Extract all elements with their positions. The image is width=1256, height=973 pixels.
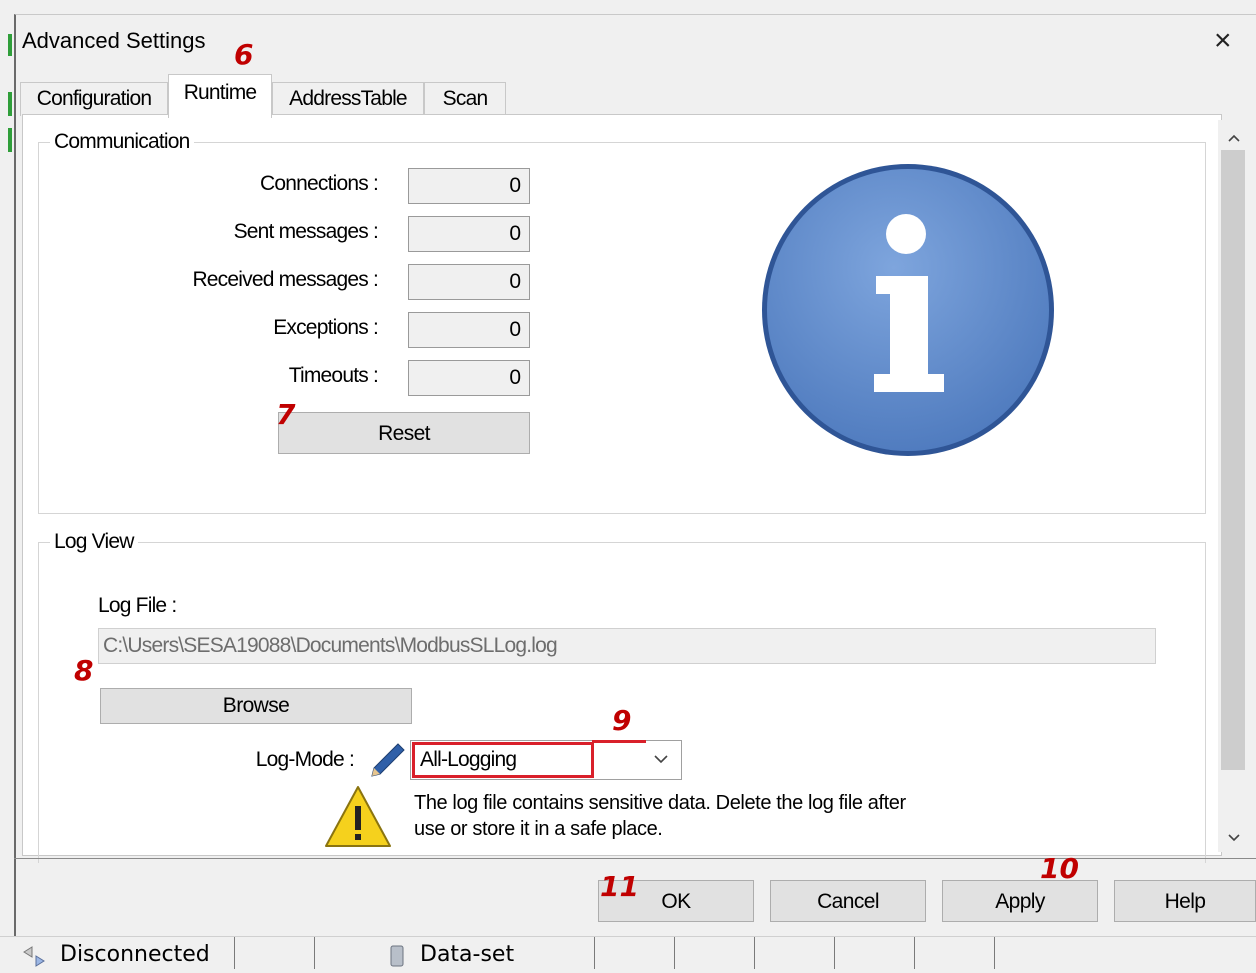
annotation-8: 8	[74, 654, 94, 687]
window-edge-mark	[8, 34, 12, 56]
status-separator	[594, 937, 595, 969]
annotation-9: 9	[612, 704, 632, 737]
dialog-title: Advanced Settings	[22, 28, 206, 53]
tab-scan[interactable]: Scan	[424, 82, 506, 116]
status-separator	[674, 937, 675, 969]
connection-status: Disconnected	[60, 942, 210, 967]
sent-messages-value: 0	[408, 216, 530, 252]
log-mode-value[interactable]: All-Logging	[412, 742, 594, 778]
dataset-icon	[388, 944, 406, 968]
received-messages-label: Received messages :	[192, 268, 378, 291]
warning-text: The log file contains sensitive data. De…	[414, 790, 906, 842]
info-icon	[758, 160, 1058, 460]
annotation-leader-line	[592, 740, 646, 743]
log-view-group-label: Log View	[50, 530, 138, 554]
status-separator	[834, 937, 835, 969]
status-separator	[914, 937, 915, 969]
annotation-11: 11	[600, 870, 639, 903]
sent-messages-label: Sent messages :	[233, 220, 379, 243]
apply-button[interactable]: Apply	[942, 880, 1098, 922]
received-messages-value: 0	[408, 264, 530, 300]
dataset-label: Data-set	[420, 942, 515, 967]
disconnected-icon	[20, 944, 52, 968]
timeouts-label: Timeouts :	[288, 364, 379, 387]
annotation-7: 7	[276, 398, 296, 431]
connections-label: Connections :	[259, 172, 379, 195]
exceptions-value: 0	[408, 312, 530, 348]
log-file-path-field[interactable]: C:\Users\SESA19088\Documents\ModbusSLLog…	[98, 628, 1156, 664]
annotation-10: 10	[1040, 852, 1079, 885]
close-icon[interactable]: ×	[1214, 26, 1232, 56]
status-separator	[234, 937, 235, 969]
scroll-down-icon[interactable]	[1224, 828, 1244, 848]
warning-text-line-2: use or store it in a safe place.	[414, 818, 663, 840]
timeouts-value: 0	[408, 360, 530, 396]
warning-text-line-1: The log file contains sensitive data. De…	[414, 792, 906, 814]
pencil-icon	[368, 740, 408, 780]
scroll-up-icon[interactable]	[1224, 128, 1244, 148]
tab-configuration[interactable]: Configuration	[20, 82, 168, 116]
browse-button[interactable]: Browse	[100, 688, 412, 724]
status-separator	[314, 937, 315, 969]
window-edge-mark	[8, 128, 12, 152]
help-button[interactable]: Help	[1114, 880, 1256, 922]
log-file-label: Log File :	[98, 594, 177, 617]
annotation-6: 6	[234, 38, 254, 71]
exceptions-label: Exceptions :	[273, 316, 379, 339]
status-separator	[994, 937, 995, 969]
cancel-button[interactable]: Cancel	[770, 880, 926, 922]
tab-address-table[interactable]: AddressTable	[272, 82, 424, 116]
warning-icon	[324, 784, 392, 850]
log-mode-label: Log-Mode :	[255, 748, 355, 771]
tab-strip: Configuration Runtime AddressTable Scan	[18, 74, 1256, 118]
communication-group-label: Communication	[50, 130, 194, 154]
tab-runtime[interactable]: Runtime	[168, 74, 272, 118]
chevron-down-icon[interactable]	[650, 748, 672, 770]
scrollbar-thumb[interactable]	[1221, 150, 1245, 770]
reset-button[interactable]: Reset	[278, 412, 530, 454]
connections-value: 0	[408, 168, 530, 204]
window-edge-mark	[8, 92, 12, 116]
status-separator	[754, 937, 755, 969]
